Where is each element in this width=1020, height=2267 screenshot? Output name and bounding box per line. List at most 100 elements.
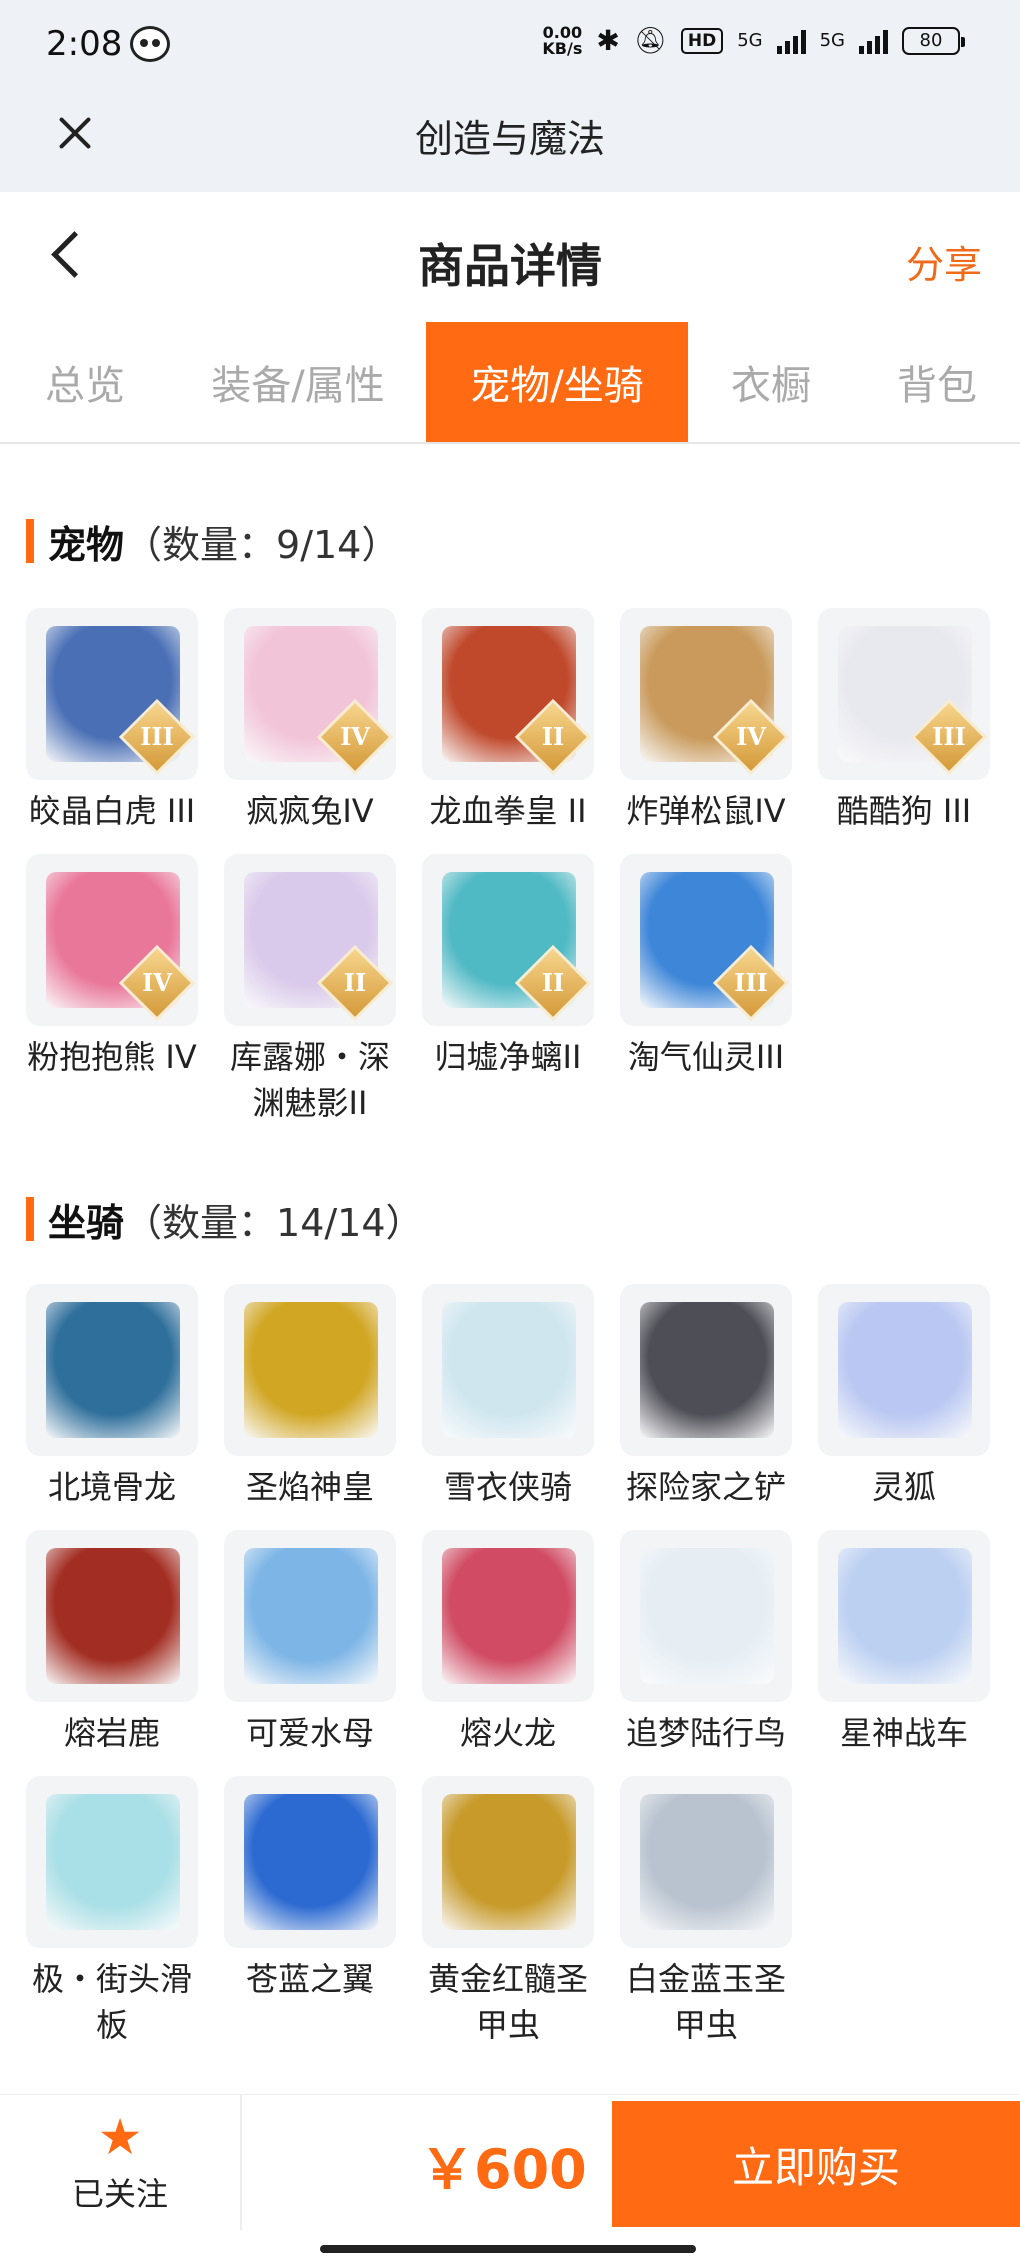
item-image [640, 1794, 774, 1930]
item-name: 可爱水母 [245, 1714, 374, 1752]
item-thumbnail: II [224, 854, 396, 1026]
grid-item[interactable]: II 库露娜・深渊魅影II [224, 854, 396, 1126]
page-header: 商品详情 分享 [0, 192, 1020, 322]
mounts-count: （数量：14/14） [124, 1200, 424, 1245]
grid-item[interactable]: 熔岩鹿 [26, 1530, 198, 1756]
grid-item[interactable]: 雪衣侠骑 [422, 1284, 594, 1510]
grade-badge-text: IV [340, 722, 370, 751]
grid-item[interactable]: 圣焰神皇 [224, 1284, 396, 1510]
follow-label: 已关注 [71, 2175, 168, 2213]
grade-badge-text: II [343, 968, 367, 997]
item-thumbnail: II [422, 608, 594, 780]
grid-item[interactable]: IV 粉抱抱熊 IV [26, 854, 198, 1080]
tab-overview[interactable]: 总览 [0, 322, 170, 442]
item-thumbnail: III [26, 608, 198, 780]
item-name: 粉抱抱熊 IV [27, 1038, 197, 1076]
item-name: 归墟净螭II [434, 1038, 582, 1076]
item-thumbnail [620, 1530, 792, 1702]
grid-item[interactable]: III 酷酷狗 III [818, 608, 990, 834]
grid-item[interactable]: II 龙血拳皇 II [422, 608, 594, 834]
pets-section-title: 宠物 （数量：9/14） [26, 516, 399, 567]
tab-equipment[interactable]: 装备/属性 [170, 322, 426, 442]
item-image [244, 1302, 378, 1438]
item-thumbnail [818, 1530, 990, 1702]
item-thumbnail: IV [26, 854, 198, 1026]
grade-badge-text: II [541, 968, 565, 997]
item-thumbnail [26, 1284, 198, 1456]
bluetooth-icon: ✱ [596, 24, 620, 57]
page-title: 商品详情 [418, 239, 602, 293]
grade-badge-text: IV [142, 968, 172, 997]
section-marker [26, 519, 34, 563]
tab-wardrobe[interactable]: 衣橱 [688, 322, 854, 442]
grid-item[interactable]: 北境骨龙 [26, 1284, 198, 1510]
grid-item[interactable]: III 皎晶白虎 III [26, 608, 198, 834]
item-thumbnail [26, 1776, 198, 1948]
pets-heading: 宠物 [48, 522, 125, 567]
item-name: 熔火龙 [459, 1714, 556, 1752]
grid-item[interactable]: III 淘气仙灵III [620, 854, 792, 1080]
item-thumbnail: IV [224, 608, 396, 780]
item-thumbnail: III [620, 854, 792, 1026]
item-name: 库露娜・深渊魅影II [229, 1038, 390, 1122]
home-indicator[interactable] [320, 2245, 696, 2253]
webview-bar: 创造与魔法 [0, 90, 1020, 192]
mute-bell-icon: 🔕︎ [633, 25, 667, 56]
grade-badge-text: IV [736, 722, 766, 751]
item-image [442, 1548, 576, 1684]
grid-item[interactable]: 追梦陆行鸟 [620, 1530, 792, 1756]
star-icon: ★ [97, 2108, 143, 2166]
status-icons: 0.00 KB/s ✱ 🔕︎ HD 5G 5G 80 [542, 24, 965, 57]
item-name: 极・街头滑板 [31, 1960, 192, 2044]
item-thumbnail: II [422, 854, 594, 1026]
item-image [46, 1548, 180, 1684]
item-name: 雪衣侠骑 [443, 1468, 572, 1506]
item-thumbnail [620, 1776, 792, 1948]
follow-button[interactable]: ★ 已关注 [0, 2095, 242, 2230]
item-name: 炸弹松鼠IV [626, 792, 786, 830]
bottom-action-bar: ★ 已关注 ￥600 立即购买 [0, 2094, 1020, 2267]
grid-item[interactable]: IV 疯疯兔IV [224, 608, 396, 834]
item-name: 龙血拳皇 II [429, 792, 587, 830]
price: ￥600 [420, 2138, 587, 2201]
grid-item[interactable]: 可爱水母 [224, 1530, 396, 1756]
section-marker [26, 1197, 34, 1241]
item-image [640, 1302, 774, 1438]
item-name: 北境骨龙 [47, 1468, 176, 1506]
grid-item[interactable]: IV 炸弹松鼠IV [620, 608, 792, 834]
status-bar: 2:08 0.00 KB/s ✱ 🔕︎ HD 5G 5G 80 [0, 0, 1020, 90]
grade-badge-text: III [932, 722, 966, 751]
grid-item[interactable]: II 归墟净螭II [422, 854, 594, 1080]
signal-icon-2 [859, 28, 888, 54]
item-name: 熔岩鹿 [63, 1714, 160, 1752]
item-name: 圣焰神皇 [245, 1468, 374, 1506]
tab-pets-mounts[interactable]: 宠物/坐骑 [426, 322, 688, 442]
share-button[interactable]: 分享 [906, 234, 982, 289]
item-thumbnail [422, 1530, 594, 1702]
item-thumbnail [620, 1284, 792, 1456]
grid-item[interactable]: 黄金红髓圣甲虫 [422, 1776, 594, 2048]
item-thumbnail: IV [620, 608, 792, 780]
tab-backpack[interactable]: 背包 [854, 322, 1020, 442]
item-name: 酷酷狗 III [836, 792, 972, 830]
grid-item[interactable]: 探险家之铲 [620, 1284, 792, 1510]
grid-item[interactable]: 白金蓝玉圣甲虫 [620, 1776, 792, 2048]
grid-item[interactable]: 熔火龙 [422, 1530, 594, 1756]
grid-item[interactable]: 苍蓝之翼 [224, 1776, 396, 2002]
grid-item[interactable]: 星神战车 [818, 1530, 990, 1756]
item-image [46, 1302, 180, 1438]
status-time: 2:08 [46, 24, 123, 64]
item-thumbnail [26, 1530, 198, 1702]
item-name: 探险家之铲 [625, 1468, 786, 1506]
item-name: 灵狐 [871, 1468, 936, 1506]
item-thumbnail [818, 1284, 990, 1456]
tab-bar: 总览 装备/属性 宠物/坐骑 衣橱 背包 [0, 322, 1020, 444]
item-thumbnail [224, 1530, 396, 1702]
grade-badge-text: III [140, 722, 174, 751]
item-name: 淘气仙灵III [627, 1038, 785, 1076]
grid-item[interactable]: 极・街头滑板 [26, 1776, 198, 2048]
grid-item[interactable]: 灵狐 [818, 1284, 990, 1510]
item-thumbnail: III [818, 608, 990, 780]
item-name: 疯疯兔IV [246, 792, 374, 830]
buy-now-button[interactable]: 立即购买 [612, 2101, 1020, 2227]
